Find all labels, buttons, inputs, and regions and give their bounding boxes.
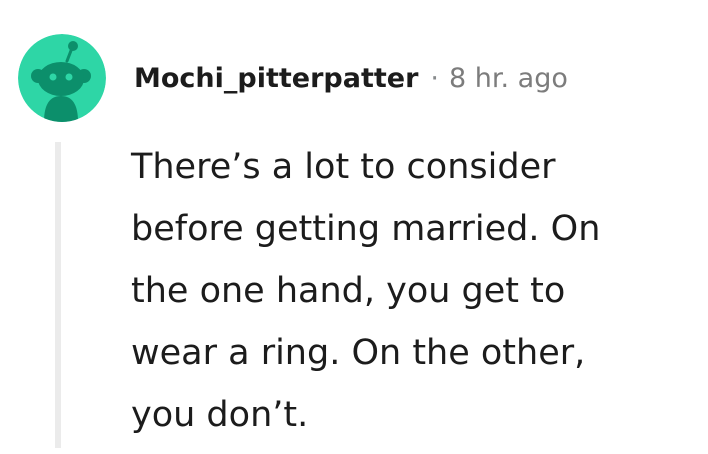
comment-body-line: the one hand, you get to xyxy=(131,271,566,311)
meta-separator: · xyxy=(430,62,440,94)
comment-timestamp[interactable]: 8 hr. ago xyxy=(449,63,568,94)
comment-body: There’s a lot to consider before getting… xyxy=(131,136,691,446)
comment-body-line: you don’t. xyxy=(131,395,309,435)
comment: Mochi_pitterpatter · 8 hr. ago There’s a… xyxy=(0,0,708,454)
comment-author-link[interactable]: Mochi_pitterpatter xyxy=(134,63,418,94)
comment-meta: Mochi_pitterpatter · 8 hr. ago xyxy=(134,58,568,98)
comment-body-line: before getting married. On xyxy=(131,209,601,249)
thread-line[interactable] xyxy=(55,142,61,448)
user-avatar-icon[interactable] xyxy=(18,34,106,122)
snoo-avatar-icon xyxy=(18,34,106,122)
comment-body-line: There’s a lot to consider xyxy=(131,147,556,187)
comment-body-line: wear a ring. On the other, xyxy=(131,333,586,373)
